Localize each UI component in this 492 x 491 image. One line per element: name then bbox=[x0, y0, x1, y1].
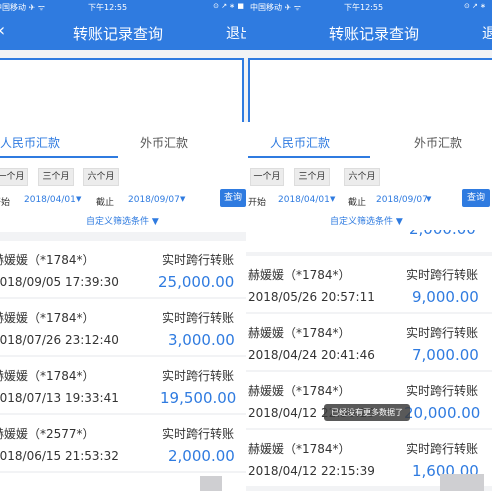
list-item[interactable]: 赫媛媛（*1784*） 实时跨行转账 2018/07/26 23:12:40 3… bbox=[0, 299, 246, 355]
carrier-label: 中国移动 ✈ ᯤ bbox=[0, 3, 46, 12]
transfer-amount: 9,000.00 bbox=[412, 288, 479, 306]
list-item[interactable]: 赫媛媛（*2577*） 实时跨行转账 2018/06/15 21:53:32 2… bbox=[0, 415, 246, 471]
scroll-thumb[interactable] bbox=[440, 474, 484, 491]
right-screen: 中国移动 ✈ ᯤ 下午12:55 ⊙ ↗ ∗ 转账记录查询 退出 人民币汇款 外… bbox=[246, 0, 492, 491]
start-date-dropdown-icon[interactable]: ▼ bbox=[76, 195, 81, 203]
list-item[interactable]: 赫媛媛（*1784*） 实时跨行转账 2018/05/26 20:57:11 9… bbox=[246, 256, 492, 312]
active-tab-indicator bbox=[248, 156, 370, 158]
list-item[interactable]: 赫媛媛（*1784*） 实时跨行转账 2018/07/13 19:33:41 1… bbox=[0, 357, 246, 413]
transfer-amount: 25,000.00 bbox=[158, 273, 235, 291]
page-title: 转账记录查询 bbox=[328, 25, 419, 43]
transfer-amount: 7,000.00 bbox=[412, 346, 479, 364]
transfer-type: 实时跨行转账 bbox=[162, 369, 235, 383]
end-date-label: 截止 bbox=[96, 198, 115, 208]
period-3-months-button[interactable]: 三个月 bbox=[294, 168, 330, 186]
transfer-type: 实时跨行转账 bbox=[162, 311, 235, 325]
status-bar: 中国移动 ✈ ᯤ 下午12:55 ⊙ ↗ ∗ bbox=[246, 0, 492, 14]
transfer-time: 2018/09/05 17:39:30 bbox=[0, 275, 119, 289]
transfer-time: 2018/07/26 23:12:40 bbox=[0, 333, 119, 347]
transfer-type: 实时跨行转账 bbox=[406, 326, 479, 340]
transfer-time: 2018/07/13 19:33:41 bbox=[0, 391, 119, 405]
left-screen: 中国移动 ✈ ᯤ 下午12:55 ⊙ ↗ ∗ ■ ‹ 转账记录查询 退出 人民币… bbox=[0, 0, 246, 491]
start-date-value[interactable]: 2018/04/01 bbox=[278, 195, 330, 205]
query-button[interactable]: 查询 bbox=[220, 189, 246, 207]
status-bar: 中国移动 ✈ ᯤ 下午12:55 ⊙ ↗ ∗ ■ bbox=[0, 0, 246, 14]
transfer-time: 2018/04/12 22:15:39 bbox=[248, 464, 375, 478]
banner-area bbox=[248, 58, 492, 126]
start-date-value[interactable]: 2018/04/01 bbox=[24, 195, 76, 205]
start-date-label: 开始 bbox=[0, 198, 11, 208]
payee-name: 赫媛媛（*1784*） bbox=[248, 384, 351, 398]
period-1-month-button[interactable]: 一个月 bbox=[0, 168, 28, 186]
payee-name: 赫媛媛（*1784*） bbox=[248, 268, 351, 282]
banner-area bbox=[0, 58, 244, 126]
end-date-value[interactable]: 2018/09/07 bbox=[376, 195, 428, 205]
payee-name: 赫媛媛（*1784*） bbox=[0, 311, 95, 325]
list-item[interactable]: 赫媛媛（*1784*） 实时跨行转账 2018/09/05 17:39:30 2… bbox=[0, 241, 246, 297]
payee-name: 赫媛媛（*1784*） bbox=[0, 253, 95, 267]
custom-filter-toggle[interactable]: 自定义筛选条件 ▼ bbox=[86, 214, 159, 227]
status-icons: ⊙ ↗ ∗ bbox=[463, 2, 486, 10]
list-item[interactable]: 赫媛媛（*1784*） 实时跨行转账 2018/04/24 20:41:46 7… bbox=[246, 314, 492, 370]
start-date-label: 开始 bbox=[248, 198, 267, 208]
end-date-dropdown-icon[interactable]: ▼ bbox=[180, 195, 185, 203]
transfer-amount: 2,000.00 bbox=[409, 230, 476, 238]
list-item[interactable]: 2,000.00 bbox=[246, 230, 492, 252]
payee-name: 赫媛媛（*1784*） bbox=[248, 326, 351, 340]
period-6-months-button[interactable]: 六个月 bbox=[344, 168, 380, 186]
nav-bar: 转账记录查询 退出 bbox=[246, 14, 492, 50]
transfer-time: 2018/06/15 21:53:32 bbox=[0, 449, 119, 463]
tab-rmb-remittance[interactable]: 人民币汇款 bbox=[270, 134, 330, 151]
carrier-label: 中国移动 ✈ ᯤ bbox=[250, 3, 302, 12]
period-6-months-button[interactable]: 六个月 bbox=[83, 168, 119, 186]
transfer-type: 实时跨行转账 bbox=[406, 442, 479, 456]
status-icons: ⊙ ↗ ∗ ■ bbox=[213, 2, 244, 10]
query-button[interactable]: 查询 bbox=[462, 189, 490, 207]
payee-name: 赫媛媛（*2577*） bbox=[0, 427, 95, 441]
end-date-dropdown-icon[interactable]: ▼ bbox=[426, 195, 431, 203]
clock: 下午12:55 bbox=[88, 3, 128, 12]
transfer-time: 2018/04/24 20:41:46 bbox=[248, 348, 375, 362]
clock: 下午12:55 bbox=[344, 3, 384, 12]
transfer-type: 实时跨行转账 bbox=[406, 384, 479, 398]
logout-button[interactable]: 退出 bbox=[482, 23, 492, 43]
page-title: 转账记录查询 bbox=[72, 25, 163, 43]
period-1-month-button[interactable]: 一个月 bbox=[250, 168, 284, 186]
transfer-amount: 20,000.00 bbox=[404, 404, 481, 422]
transfer-amount: 3,000.00 bbox=[168, 331, 235, 349]
end-date-label: 截止 bbox=[348, 198, 367, 208]
logout-button[interactable]: 退出 bbox=[226, 23, 246, 43]
transfer-amount: 19,500.00 bbox=[160, 389, 237, 407]
scroll-thumb[interactable] bbox=[200, 476, 222, 491]
tab-fx-remittance[interactable]: 外币汇款 bbox=[414, 134, 462, 151]
period-3-months-button[interactable]: 三个月 bbox=[38, 168, 74, 186]
no-more-data-toast: 已经没有更多数据了 bbox=[324, 404, 410, 421]
tab-rmb-remittance[interactable]: 人民币汇款 bbox=[0, 134, 60, 151]
transfer-amount: 2,000.00 bbox=[168, 447, 235, 465]
payee-name: 赫媛媛（*1784*） bbox=[248, 442, 351, 456]
transfer-type: 实时跨行转账 bbox=[162, 253, 235, 267]
tab-fx-remittance[interactable]: 外币汇款 bbox=[140, 134, 188, 151]
currency-tabs: 人民币汇款 外币汇款 bbox=[0, 122, 246, 160]
end-date-value[interactable]: 2018/09/07 bbox=[128, 195, 180, 205]
payee-name: 赫媛媛（*1784*） bbox=[0, 369, 95, 383]
transfer-time: 2018/05/26 20:57:11 bbox=[248, 290, 375, 304]
start-date-dropdown-icon[interactable]: ▼ bbox=[330, 195, 335, 203]
nav-bar: ‹ 转账记录查询 退出 bbox=[0, 14, 246, 50]
custom-filter-toggle[interactable]: 自定义筛选条件 ▼ bbox=[330, 214, 403, 227]
active-tab-indicator bbox=[0, 156, 118, 158]
currency-tabs: 人民币汇款 外币汇款 bbox=[246, 122, 492, 160]
transfer-type: 实时跨行转账 bbox=[406, 268, 479, 282]
transfer-type: 实时跨行转账 bbox=[162, 427, 235, 441]
